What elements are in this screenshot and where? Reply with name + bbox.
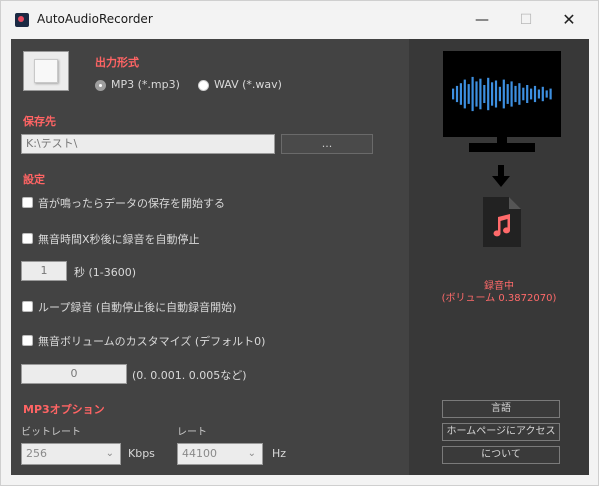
waveform-bar xyxy=(487,77,490,111)
waveform-icon xyxy=(452,76,552,112)
waveform-bar xyxy=(518,83,521,105)
bitrate-select[interactable]: 256 ⌄ xyxy=(21,443,121,465)
waveform-bar xyxy=(510,81,513,107)
waveform-bar xyxy=(475,81,478,107)
waveform-bar xyxy=(459,83,462,105)
waveform-bar xyxy=(526,85,529,103)
format-thumbnail[interactable] xyxy=(23,51,69,91)
window-title: AutoAudioRecorder xyxy=(37,12,153,26)
radio-mp3[interactable] xyxy=(95,80,106,91)
homepage-button[interactable]: ホームページにアクセス xyxy=(442,423,560,441)
custom-silence-label[interactable]: 無音ボリュームのカスタマイズ (デフォルト0) xyxy=(38,333,265,349)
waveform-bar xyxy=(549,88,552,100)
rate-label: レート xyxy=(177,427,207,438)
close-button[interactable]: ✕ xyxy=(556,9,582,31)
status-panel: 録音中 (ボリューム 0.3872070) 言語 ホームページにアクセス につい… xyxy=(409,39,589,475)
app-window: AutoAudioRecorder — ☐ ✕ 出力形式 MP3 (*.mp3)… xyxy=(0,0,599,486)
bitrate-unit-label: Kbps xyxy=(128,447,155,460)
waveform-bar xyxy=(506,84,509,104)
waveform-bar xyxy=(483,85,486,103)
save-dest-heading: 保存先 xyxy=(23,115,56,128)
rate-select-value: 44100 xyxy=(182,447,217,460)
chevron-down-icon: ⌄ xyxy=(247,448,256,459)
settings-heading: 設定 xyxy=(23,173,45,186)
seconds-unit-label: 秒 (1-3600) xyxy=(74,266,137,279)
bitrate-label: ビットレート xyxy=(21,427,81,438)
save-path-input[interactable]: K:\テスト\ xyxy=(21,134,275,154)
waveform-bar xyxy=(541,86,544,102)
maximize-button[interactable]: ☐ xyxy=(513,9,539,31)
loop-recording-label[interactable]: ループ録音 (自動停止後に自動録音開始) xyxy=(38,299,236,315)
minimize-button[interactable]: — xyxy=(469,9,495,31)
waveform-bar xyxy=(467,84,470,104)
waveform-bar xyxy=(522,87,525,101)
loop-recording-checkbox[interactable] xyxy=(22,301,33,312)
start-on-sound-label[interactable]: 音が鳴ったらデータの保存を開始する xyxy=(38,195,225,211)
title-bar[interactable]: AutoAudioRecorder — ☐ ✕ xyxy=(1,1,598,39)
about-button[interactable]: について xyxy=(442,446,560,464)
waveform-bar xyxy=(463,79,466,109)
waveform-bar xyxy=(514,85,517,103)
app-icon xyxy=(15,13,29,27)
output-format-heading: 出力形式 xyxy=(95,56,139,69)
volume-readout: (ボリューム 0.3872070) xyxy=(441,293,557,304)
music-file-icon xyxy=(483,197,521,247)
custom-silence-checkbox[interactable] xyxy=(22,335,33,346)
start-on-sound-checkbox[interactable] xyxy=(22,197,33,208)
monitor-icon xyxy=(443,51,561,137)
seconds-input[interactable]: 1 xyxy=(21,261,67,281)
browse-button[interactable]: ... xyxy=(281,134,373,154)
rate-select[interactable]: 44100 ⌄ xyxy=(177,443,263,465)
waveform-bar xyxy=(533,85,537,103)
radio-wav[interactable] xyxy=(198,80,209,91)
rate-unit-label: Hz xyxy=(272,447,287,460)
waveform-bar xyxy=(452,88,455,100)
language-button[interactable]: 言語 xyxy=(442,400,560,418)
waveform-bar xyxy=(530,88,533,100)
silence-hint-label: (0. 0.001. 0.005など) xyxy=(132,369,247,382)
waveform-bar xyxy=(491,82,494,106)
chevron-down-icon: ⌄ xyxy=(105,448,114,459)
settings-panel: 出力形式 MP3 (*.mp3) WAV (*.wav) 保存先 K:\テスト\… xyxy=(11,39,409,475)
auto-stop-label[interactable]: 無音時間X秒後に録音を自動停止 xyxy=(38,231,200,247)
waveform-bar xyxy=(455,85,459,103)
waveform-bar xyxy=(479,78,482,110)
auto-stop-checkbox[interactable] xyxy=(22,233,33,244)
waveform-bar xyxy=(471,76,474,112)
monitor-base xyxy=(469,143,535,152)
waveform-bar xyxy=(498,86,501,102)
waveform-bar xyxy=(494,80,498,108)
silence-volume-input[interactable]: 0 xyxy=(21,364,127,384)
arrow-down-icon xyxy=(492,165,510,187)
mp3-options-heading: MP3オプション xyxy=(23,403,105,416)
waveform-bar xyxy=(502,79,505,109)
radio-mp3-label[interactable]: MP3 (*.mp3) xyxy=(111,78,180,91)
bitrate-select-value: 256 xyxy=(26,447,47,460)
waveform-bar xyxy=(545,90,548,98)
waveform-bar xyxy=(537,89,540,99)
radio-wav-label[interactable]: WAV (*.wav) xyxy=(214,78,282,91)
